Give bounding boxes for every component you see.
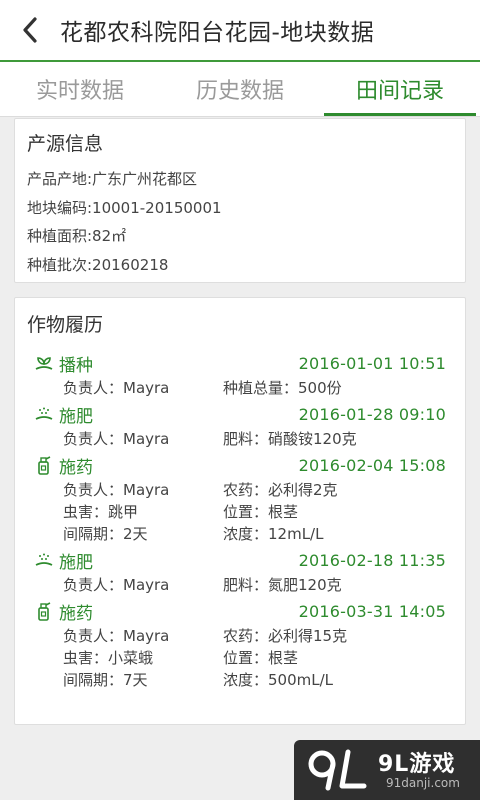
record-detail: 农药：必利得2克 bbox=[223, 480, 338, 499]
record-type: 播种 bbox=[59, 355, 93, 376]
record-detail: 农药：必利得15克 bbox=[223, 626, 348, 645]
plot-code: 地块编码:10001-20150001 bbox=[27, 198, 222, 217]
back-button[interactable] bbox=[0, 0, 60, 60]
record-time: 2016-03-31 14:05 bbox=[298, 601, 446, 621]
record-pest: 虫害：跳甲 bbox=[63, 502, 139, 521]
record-owner: 负责人：Mayra bbox=[63, 575, 170, 594]
spray-icon bbox=[33, 454, 55, 476]
planting-area: 种植面积:82㎡ bbox=[27, 227, 127, 245]
record-interval: 间隔期：7天 bbox=[63, 670, 148, 689]
fertilize-icon bbox=[33, 403, 55, 425]
record-time: 2016-02-04 15:08 bbox=[298, 455, 446, 475]
crop-history-card: 作物履历 播种 2016-01-01 10:51 负责人：Mayra 种植总量：5… bbox=[14, 297, 466, 725]
record-time: 2016-01-01 10:51 bbox=[298, 353, 446, 373]
origin-info-card: 产源信息 产品产地:广东广州花都区 地块编码:10001-20150001 种植… bbox=[14, 118, 466, 283]
site-watermark: 9L游戏 91danji.com bbox=[294, 740, 480, 800]
history-record: 施药 2016-02-04 15:08 负责人：Mayra 农药：必利得2克 虫害… bbox=[27, 452, 453, 544]
record-time: 2016-01-28 09:10 bbox=[298, 404, 446, 424]
record-detail: 种植总量：500份 bbox=[223, 378, 342, 397]
fertilize-icon bbox=[33, 549, 55, 571]
record-detail: 肥料：硝酸铵120克 bbox=[223, 429, 357, 448]
crop-history-title: 作物履历 bbox=[27, 314, 104, 336]
record-detail: 肥料：氮肥120克 bbox=[223, 575, 342, 594]
tab-bar: 实时数据 历史数据 田间记录 bbox=[0, 62, 480, 116]
page-title: 花都农科院阳台花园-地块数据 bbox=[60, 20, 375, 46]
history-record: 施药 2016-03-31 14:05 负责人：Mayra 农药：必利得15克 虫… bbox=[27, 598, 453, 690]
origin-place: 产品产地:广东广州花都区 bbox=[27, 170, 198, 188]
tab-history-data[interactable]: 历史数据 bbox=[160, 62, 320, 116]
record-interval: 间隔期：2天 bbox=[63, 524, 148, 543]
record-owner: 负责人：Mayra bbox=[63, 480, 170, 499]
record-type: 施肥 bbox=[59, 552, 93, 573]
record-pest: 虫害：小菜蛾 bbox=[63, 648, 154, 667]
tab-divider bbox=[0, 116, 480, 117]
record-owner: 负责人：Mayra bbox=[63, 378, 170, 397]
record-type: 施药 bbox=[59, 457, 93, 478]
spray-icon bbox=[33, 600, 55, 622]
record-position: 位置：根茎 bbox=[223, 648, 299, 667]
history-record: 播种 2016-01-01 10:51 负责人：Mayra 种植总量：500份 bbox=[27, 350, 453, 398]
record-time: 2016-02-18 11:35 bbox=[298, 550, 446, 570]
tab-field-records[interactable]: 田间记录 bbox=[320, 62, 480, 116]
site-logo-icon bbox=[308, 749, 367, 791]
chevron-left-icon bbox=[23, 17, 37, 43]
record-owner: 负责人：Mayra bbox=[63, 429, 170, 448]
planting-batch: 种植批次:20160218 bbox=[27, 255, 169, 274]
sowing-icon bbox=[33, 352, 55, 374]
watermark-url: 91danji.com bbox=[386, 776, 460, 790]
record-owner: 负责人：Mayra bbox=[63, 626, 170, 645]
record-type: 施肥 bbox=[59, 406, 93, 427]
record-type: 施药 bbox=[59, 603, 93, 624]
record-concentration: 浓度：12mL/L bbox=[223, 524, 324, 543]
watermark-text: 9L游戏 bbox=[378, 752, 456, 777]
history-record: 施肥 2016-02-18 11:35 负责人：Mayra 肥料：氮肥120克 bbox=[27, 547, 453, 595]
record-position: 位置：根茎 bbox=[223, 502, 299, 521]
record-concentration: 浓度：500mL/L bbox=[223, 670, 334, 689]
history-record: 施肥 2016-01-28 09:10 负责人：Mayra 肥料：硝酸铵120克 bbox=[27, 401, 453, 449]
origin-info-title: 产源信息 bbox=[27, 133, 104, 155]
tab-realtime-data[interactable]: 实时数据 bbox=[0, 62, 160, 116]
app-header: 花都农科院阳台花园-地块数据 bbox=[0, 0, 480, 60]
